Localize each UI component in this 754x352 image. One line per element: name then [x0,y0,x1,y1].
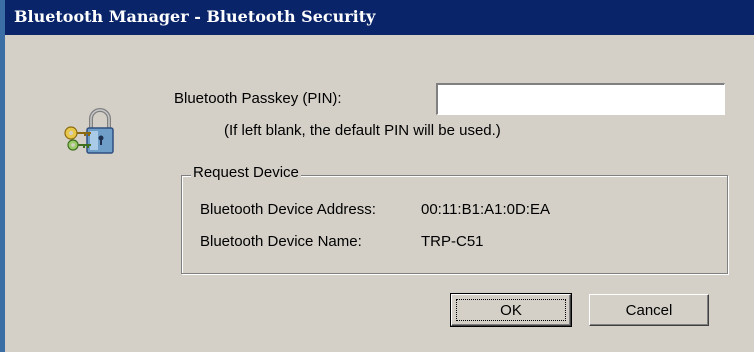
passkey-label: Bluetooth Passkey (PIN): [174,90,342,107]
device-name-label: Bluetooth Device Name: [200,233,362,250]
device-name-value: TRP-C51 [421,233,484,250]
dialog-window: Bluetooth Manager - Bluetooth Security B… [0,0,754,352]
device-address-value: 00:11:B1:A1:0D:EA [421,201,550,218]
title-bar[interactable]: Bluetooth Manager - Bluetooth Security [5,0,754,35]
lock-and-keys-icon [64,108,114,154]
request-device-group [181,175,728,274]
focus-rectangle [456,299,566,321]
cancel-button[interactable]: Cancel [589,294,709,326]
window-title: Bluetooth Manager - Bluetooth Security [14,7,376,26]
default-pin-hint: (If left blank, the default PIN will be … [224,122,501,139]
ok-button[interactable]: OK [450,293,572,327]
request-device-group-title: Request Device [191,164,301,181]
passkey-input[interactable] [436,83,725,115]
cancel-button-label: Cancel [625,301,673,319]
device-address-label: Bluetooth Device Address: [200,201,376,218]
